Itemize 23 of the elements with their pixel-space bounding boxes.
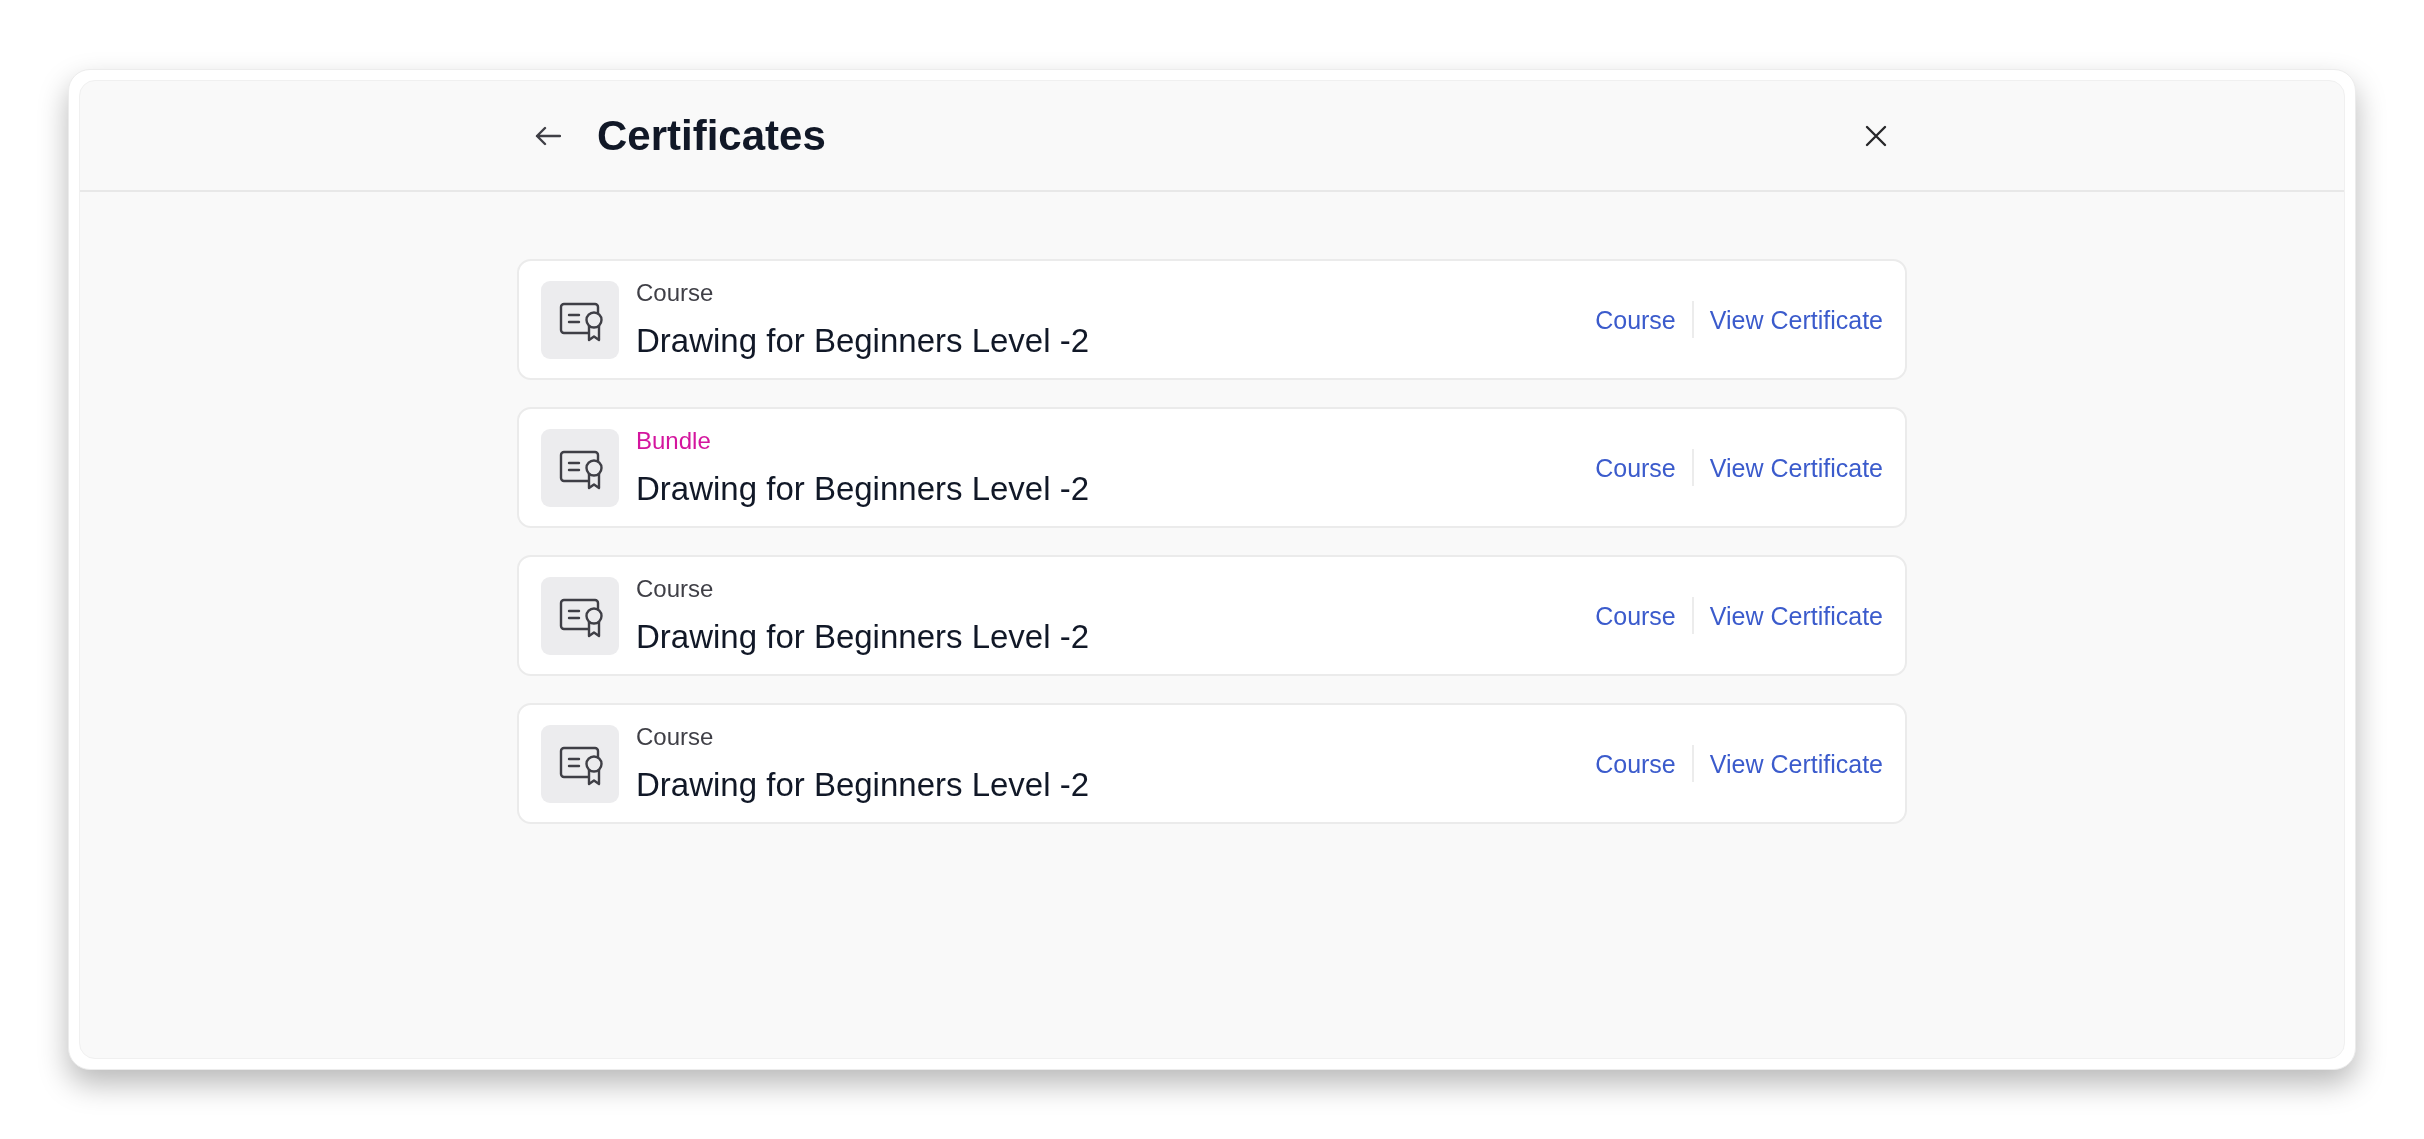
view-certificate-link[interactable]: View Certificate [1709,599,1883,632]
course-link[interactable]: Course [1595,303,1676,336]
view-certificate-link[interactable]: View Certificate [1709,303,1883,336]
view-certificate-link[interactable]: View Certificate [1709,451,1883,484]
course-link[interactable]: Course [1595,747,1676,780]
certificate-icon [541,724,619,803]
certificate-type-label: Course [636,722,715,751]
certificate-type-label: Course [636,278,715,307]
certificate-title: Drawing for Beginners Level -2 [636,616,1090,657]
certificate-icon [541,428,619,507]
certificate-title: Drawing for Beginners Level -2 [636,468,1090,509]
course-link[interactable]: Course [1595,451,1676,484]
certificate-title: Drawing for Beginners Level -2 [636,764,1090,805]
page-title: Certificates [597,110,826,161]
certificate-title: Drawing for Beginners Level -2 [636,320,1090,361]
course-link[interactable]: Course [1595,599,1676,632]
certificate-type-label: Course [636,574,715,603]
close-icon[interactable] [1865,124,1887,147]
certificate-type-label: Bundle [636,426,712,455]
certificate-icon [541,280,619,359]
certificate-icon [541,576,619,655]
view-certificate-link[interactable]: View Certificate [1709,747,1883,780]
back-arrow-icon[interactable] [535,125,561,146]
